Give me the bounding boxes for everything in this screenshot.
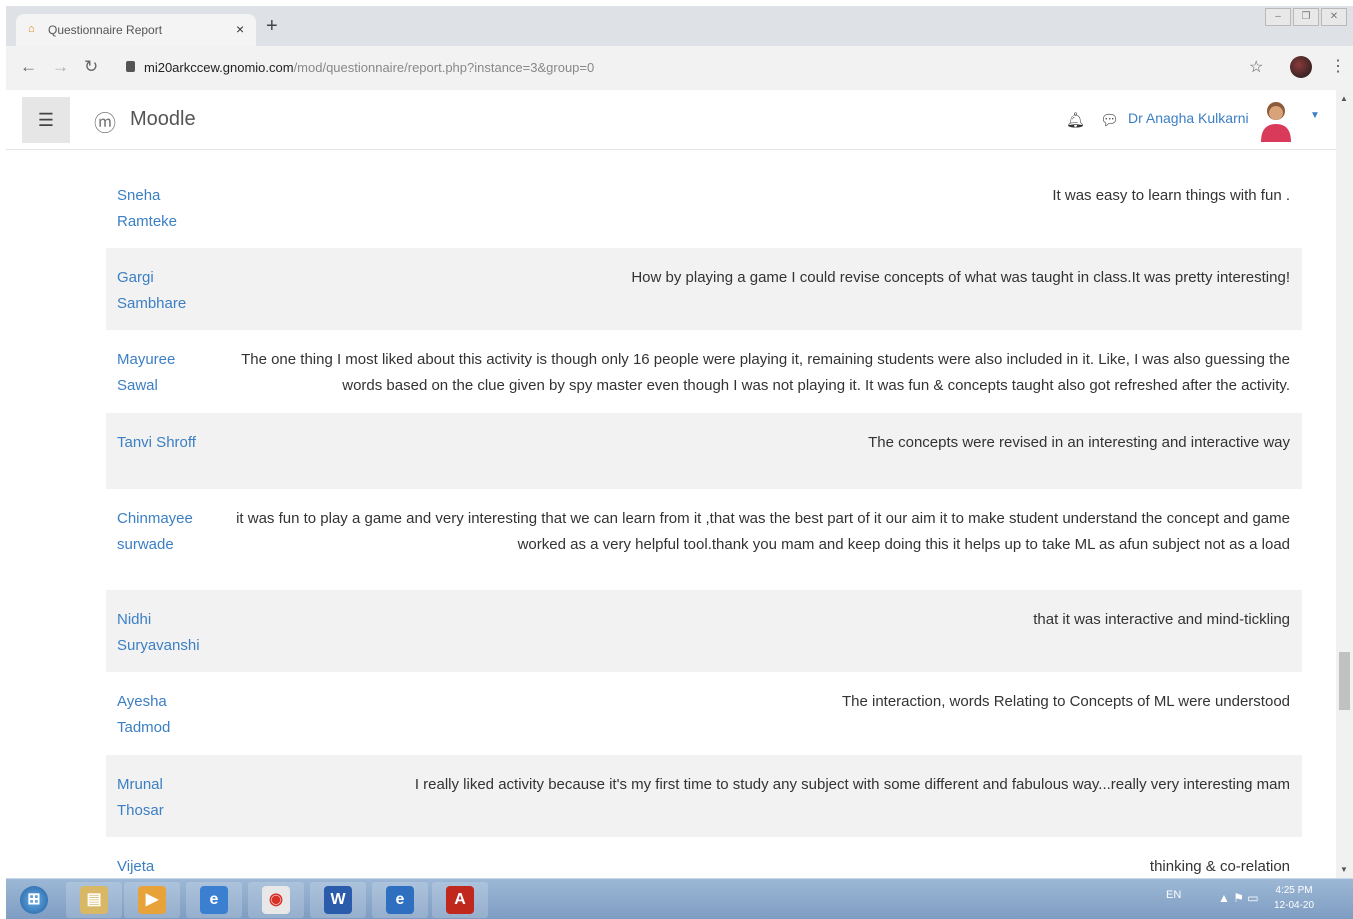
taskbar-word-button[interactable]: W <box>310 882 366 918</box>
response-text: The concepts were revised in an interest… <box>868 434 1290 451</box>
respondent-name-link[interactable]: Mayuree Sawal <box>117 347 217 399</box>
taskbar-media-player-button[interactable]: ▶ <box>124 882 180 918</box>
response-text: It was easy to learn things with fun . <box>1052 187 1290 204</box>
browser-tabstrip: ⌂ Questionnaire Report × + – ❐ ✕ <box>6 6 1353 46</box>
start-icon: ⊞ <box>20 886 48 914</box>
url-text: mi20arkccew.gnomio.com/mod/questionnaire… <box>144 60 595 75</box>
scrollbar-thumb[interactable] <box>1339 652 1350 710</box>
media-player-icon: ▶ <box>138 886 166 914</box>
close-window-button[interactable]: ✕ <box>1321 8 1347 26</box>
user-menu-caret-icon[interactable]: ▼ <box>1310 110 1320 121</box>
page-scrollbar[interactable]: ▲ ▼ <box>1336 90 1353 878</box>
response-row: Mrunal Thosar I really liked activity beca… <box>106 755 1302 837</box>
questionnaire-responses: Sneha Ramteke It was easy to learn things … <box>0 150 1336 878</box>
folder-icon: ▤ <box>80 886 108 914</box>
response-row: Gargi Sambhare How by playing a game I cou… <box>106 248 1302 330</box>
respondent-name-link[interactable]: Sneha Ramteke <box>117 183 217 235</box>
address-bar[interactable]: mi20arkccew.gnomio.com/mod/questionnaire… <box>112 54 1252 82</box>
nav-drawer-toggle[interactable]: ☰ <box>22 97 70 143</box>
respondent-name-link[interactable]: Nidhi Suryavanshi <box>117 607 217 659</box>
new-tab-button[interactable]: + <box>266 16 278 36</box>
response-row: Tanvi Shroff The concepts were revised in… <box>106 413 1302 489</box>
restore-button[interactable]: ❐ <box>1293 8 1319 26</box>
browser-menu-icon[interactable]: ⋮ <box>1330 56 1346 76</box>
system-tray-icons[interactable]: ▲ ⚑ ▭ <box>1218 891 1259 905</box>
browser-tab[interactable]: ⌂ Questionnaire Report × <box>16 14 256 46</box>
response-row: Ayesha Tadmod The interaction, words Relat… <box>106 672 1302 755</box>
ie-edge-icon: e <box>386 886 414 914</box>
internet-explorer-icon: e <box>200 886 228 914</box>
scroll-down-icon[interactable]: ▼ <box>1340 865 1348 874</box>
respondent-name-link[interactable]: Gargi Sambhare <box>117 265 217 317</box>
language-indicator[interactable]: EN <box>1166 889 1181 901</box>
browser-toolbar: ← → ↻ mi20arkccew.gnomio.com/mod/questio… <box>6 46 1353 90</box>
word-icon: W <box>324 886 352 914</box>
respondent-name-link[interactable]: Chinmayee surwade <box>117 506 217 558</box>
taskbar-ie-edge-button[interactable]: e <box>372 882 428 918</box>
acrobat-icon: A <box>446 886 474 914</box>
taskbar-acrobat-button[interactable]: A <box>432 882 488 918</box>
chrome-icon: ◉ <box>262 886 290 914</box>
taskbar-internet-explorer-button[interactable]: e <box>186 882 242 918</box>
response-text: it was fun to play a game and very inter… <box>236 510 1290 553</box>
site-brand[interactable]: Moodle <box>130 108 196 131</box>
response-text: The one thing I most liked about this ac… <box>241 351 1290 394</box>
response-row: Mayuree Sawal The one thing I most liked a… <box>106 330 1302 413</box>
taskbar-folder-button[interactable]: ▤ <box>66 882 122 918</box>
response-row: Vijeta thinking & co-relation <box>106 837 1302 878</box>
response-row: Chinmayee surwade it was fun to play a gam… <box>106 489 1302 590</box>
taskbar-start-button[interactable]: ⊞ <box>6 882 62 918</box>
tab-close-icon[interactable]: × <box>236 21 244 37</box>
respondent-name-link[interactable]: Ayesha Tadmod <box>117 689 217 741</box>
respondent-name-link[interactable]: Vijeta <box>117 854 217 878</box>
window-controls: – ❐ ✕ <box>1265 8 1347 26</box>
respondent-name-link[interactable]: Mrunal Thosar <box>117 772 217 824</box>
scroll-up-icon[interactable]: ▲ <box>1340 94 1348 103</box>
bookmark-star-icon[interactable]: ☆ <box>1249 57 1263 77</box>
response-text: I really liked activity because it's my … <box>414 776 1290 793</box>
back-arrow-icon[interactable]: ← <box>20 58 37 76</box>
notification-bell-icon[interactable]: 🔔︎ <box>1066 111 1085 129</box>
user-menu-name[interactable]: Dr Anagha Kulkarni <box>1128 110 1249 126</box>
response-text: The interaction, words Relating to Conce… <box>841 693 1290 710</box>
reload-icon[interactable]: ↻ <box>84 58 98 76</box>
response-row: Sneha Ramteke It was easy to learn things … <box>106 166 1302 248</box>
lock-icon <box>126 61 135 72</box>
minimize-button[interactable]: – <box>1265 8 1291 26</box>
moodle-logo-icon: ⓜ <box>94 111 117 136</box>
moodle-favicon-icon: ⌂ <box>28 23 35 35</box>
profile-avatar[interactable] <box>1290 56 1312 78</box>
windows-taskbar: ⊞ ▤ ▶ e ◉ We A EN ▲ ⚑ ▭ 4:25 PM 12-04-20 <box>6 878 1353 919</box>
response-row: Nidhi Suryavanshi that it was interactive … <box>106 590 1302 672</box>
response-text: thinking & co-relation <box>1149 858 1290 875</box>
forward-arrow-icon[interactable]: → <box>52 58 69 76</box>
response-text: that it was interactive and mind-ticklin… <box>1033 611 1290 628</box>
respondent-name-link[interactable]: Tanvi Shroff <box>117 430 217 456</box>
user-avatar[interactable] <box>1258 98 1294 142</box>
taskbar-clock[interactable]: 4:25 PM 12-04-20 <box>1274 883 1314 913</box>
tab-title: Questionnaire Report <box>48 23 163 37</box>
taskbar-chrome-button[interactable]: ◉ <box>248 882 304 918</box>
response-text: How by playing a game I could revise con… <box>631 269 1290 286</box>
moodle-navbar: ☰ ⓜ Moodle 🔔︎ 💬︎ Dr Anagha Kulkarni ▼ <box>6 90 1336 150</box>
messages-icon[interactable]: 💬︎ <box>1100 111 1119 129</box>
